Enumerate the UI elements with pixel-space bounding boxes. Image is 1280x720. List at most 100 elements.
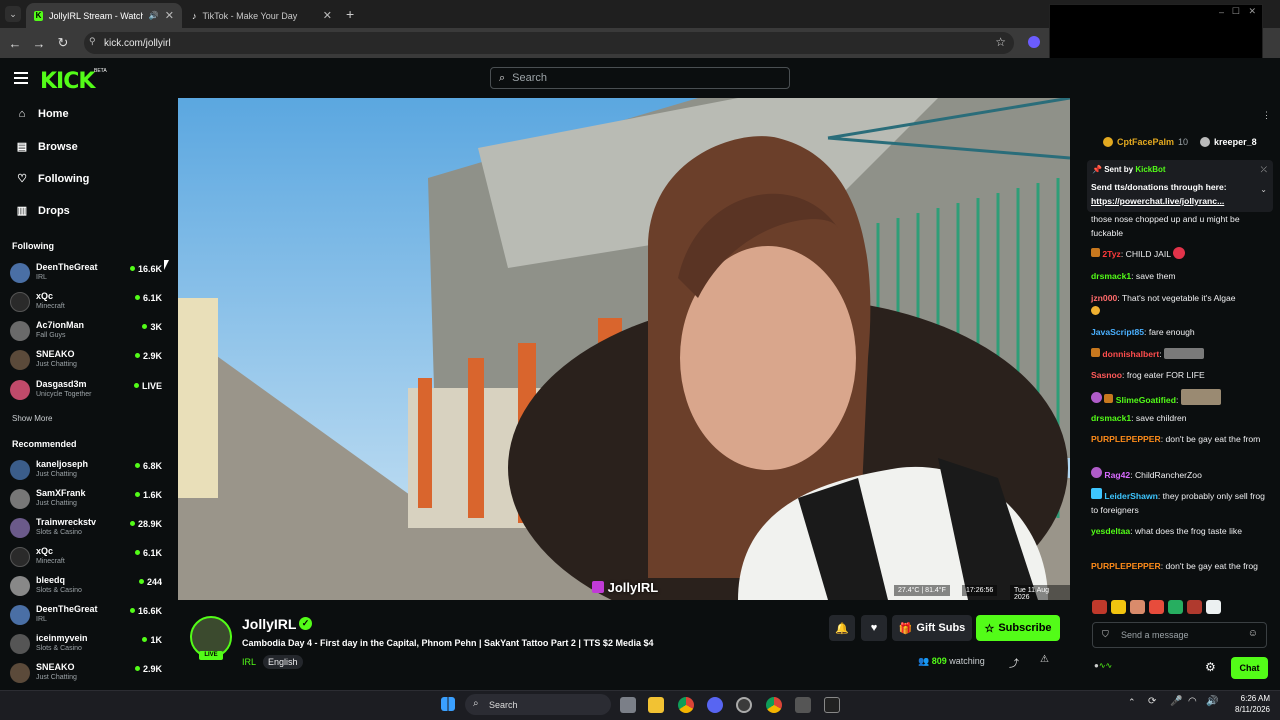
sidebar-channel[interactable]: Dasgasd3m Unicycle Together LIVE: [10, 378, 162, 406]
message-username[interactable]: 2Tyz: [1102, 249, 1120, 259]
tab-tiktok[interactable]: ♪ TikTok - Make Your Day ✕: [184, 3, 340, 28]
message-username[interactable]: donnishalbert: [1102, 349, 1159, 359]
sidebar-channel[interactable]: SamXFrank Just Chatting 1.6K: [10, 487, 162, 515]
tab-search-icon[interactable]: ⌄: [5, 6, 21, 22]
windows-start-icon[interactable]: [441, 697, 455, 711]
emote-icon[interactable]: [1149, 600, 1164, 614]
sidebar-channel[interactable]: Ac7ionMan Fall Guys 3K: [10, 319, 162, 347]
sidebar-channel[interactable]: SNEAKO Just Chatting 2.9K: [10, 661, 162, 689]
expand-icon[interactable]: ⌄: [1260, 185, 1267, 194]
kick-logo[interactable]: KICK: [40, 69, 95, 94]
nav-label: Following: [38, 172, 90, 185]
task-view-icon[interactable]: [620, 697, 636, 713]
notification-bell-button[interactable]: 🔔: [829, 615, 855, 641]
emote-icon[interactable]: [1111, 600, 1126, 614]
sidebar-channel[interactable]: kaneljoseph Just Chatting 6.8K: [10, 458, 162, 486]
language-tag[interactable]: English: [263, 655, 303, 669]
chrome-icon[interactable]: [678, 697, 694, 713]
search-input[interactable]: ⌕ Search: [490, 67, 790, 89]
wifi-icon[interactable]: ◠: [1188, 696, 1197, 707]
emoji-picker-icon[interactable]: ☺: [1248, 628, 1258, 639]
new-tab-icon[interactable]: +: [346, 6, 354, 22]
channel-name[interactable]: JollyIRL: [242, 616, 296, 632]
gifter-name[interactable]: kreeper_8: [1214, 137, 1257, 147]
message-username[interactable]: jzn000: [1091, 293, 1117, 303]
address-bar[interactable]: ⚲ kick.com/jollyirl ☆: [84, 32, 1014, 54]
share-icon[interactable]: ⤴: [1009, 655, 1019, 670]
video-player[interactable]: JollyIRL 27.4°C | 81.4°F 17:26:56 Tue 11…: [178, 98, 1070, 600]
close-tab-icon[interactable]: ✕: [165, 9, 174, 22]
emote-icon[interactable]: [1206, 600, 1221, 614]
extension-icon[interactable]: [1028, 36, 1040, 48]
sidebar-channel[interactable]: xQc Minecraft 6.1K: [10, 545, 162, 573]
emote-icon[interactable]: [1130, 600, 1145, 614]
chat-send-button[interactable]: Chat: [1231, 657, 1268, 679]
volume-icon[interactable]: 🔊: [1206, 696, 1218, 707]
discord-icon[interactable]: [707, 697, 723, 713]
settings-icon[interactable]: [795, 697, 811, 713]
minimize-icon[interactable]: –: [1219, 7, 1224, 17]
gear-icon[interactable]: ⚙: [1205, 660, 1216, 674]
chrome-icon[interactable]: [766, 697, 782, 713]
message-username[interactable]: yesdeltaa: [1091, 526, 1130, 536]
back-icon[interactable]: ←: [3, 31, 27, 55]
sidebar-channel[interactable]: xQc Minecraft 6.1K: [10, 290, 162, 318]
sidebar-channel[interactable]: iceinmyvein Slots & Casino 1K: [10, 632, 162, 660]
show-more-link[interactable]: Show More: [12, 414, 52, 423]
chat-input[interactable]: ⛉ Send a message ☺: [1092, 622, 1267, 648]
forward-icon[interactable]: →: [27, 31, 51, 55]
nav-browse[interactable]: ▤ Browse: [16, 140, 78, 154]
emote-icon[interactable]: [1168, 600, 1183, 614]
message-username[interactable]: SlimeGoatified: [1116, 395, 1176, 405]
system-clock[interactable]: 6:26 AM 8/11/2026: [1228, 693, 1270, 715]
sidebar-channel[interactable]: DeenTheGreat IRL 16.6K: [10, 261, 162, 289]
viewer-count-value: 3K: [150, 322, 162, 332]
sidebar-channel[interactable]: SNEAKO Just Chatting 2.9K: [10, 348, 162, 376]
taskbar-search[interactable]: ⌕ Search: [465, 694, 611, 715]
menu-icon[interactable]: [14, 70, 28, 84]
sidebar-channel[interactable]: bleedq Slots & Casino 244: [10, 574, 162, 602]
pinned-link[interactable]: https://powerchat.live/jollyranc...: [1091, 196, 1224, 206]
message-username[interactable]: Sasnoo: [1091, 370, 1122, 380]
unpin-icon[interactable]: ⤫: [1261, 165, 1267, 175]
nav-home[interactable]: ⌂ Home: [16, 108, 69, 120]
sync-icon[interactable]: ⟳: [1148, 696, 1156, 707]
follow-button[interactable]: ♥: [861, 615, 887, 641]
pinned-sender[interactable]: KickBot: [1135, 165, 1165, 174]
message-username[interactable]: drsmack1: [1091, 271, 1131, 281]
message-username[interactable]: LeiderShawn: [1104, 491, 1157, 501]
taskbar-search-label: Search: [489, 699, 518, 710]
message-username[interactable]: PURPLEPEPPER: [1091, 434, 1161, 444]
maximize-icon[interactable]: ☐: [1232, 6, 1240, 17]
chevron-up-icon[interactable]: ⌃: [1128, 697, 1136, 708]
report-icon[interactable]: ⚠: [1040, 654, 1049, 665]
close-tab-icon[interactable]: ✕: [323, 9, 332, 22]
app-icon[interactable]: [736, 697, 752, 713]
message-username[interactable]: PURPLEPEPPER: [1091, 561, 1161, 571]
viewer-count: 2.9K: [134, 664, 162, 674]
subscribe-button[interactable]: ☆ Subscribe: [976, 615, 1060, 641]
tab-jollyirl[interactable]: K JollyIRL Stream - Watch Live 🔊 ✕: [26, 3, 182, 28]
pinned-header: 📌 Sent by KickBot: [1092, 165, 1166, 174]
file-explorer-icon[interactable]: [648, 697, 664, 713]
message-username[interactable]: drsmack1: [1091, 413, 1131, 423]
message-username[interactable]: JavaScript85: [1091, 327, 1144, 337]
reload-icon[interactable]: ↻: [51, 31, 75, 55]
close-window-icon[interactable]: ✕: [1248, 6, 1256, 17]
gift-subs-button[interactable]: 🎁 Gift Subs: [892, 615, 972, 641]
message-username[interactable]: Rag42: [1104, 470, 1130, 480]
sidebar-channel[interactable]: Trainwreckstv Slots & Casino 28.9K: [10, 516, 162, 544]
viewer-count: 28.9K: [129, 519, 162, 529]
gifter-name[interactable]: CptFacePalm: [1117, 137, 1174, 147]
sidebar-channel[interactable]: DeenTheGreat IRL 16.6K: [10, 603, 162, 631]
site-info-icon[interactable]: ⚲: [89, 36, 96, 47]
emote-icon[interactable]: [1092, 600, 1107, 614]
chat-settings-icon[interactable]: ⋮: [1262, 110, 1271, 121]
bookmark-star-icon[interactable]: ☆: [995, 35, 1006, 49]
emote-icon[interactable]: [1187, 600, 1202, 614]
nav-drops[interactable]: ▥ Drops: [16, 204, 70, 218]
terminal-icon[interactable]: [824, 697, 840, 713]
microphone-icon[interactable]: 🎤: [1170, 696, 1182, 707]
nav-following[interactable]: ♡ Following: [16, 172, 90, 186]
category-link[interactable]: IRL: [242, 657, 256, 667]
